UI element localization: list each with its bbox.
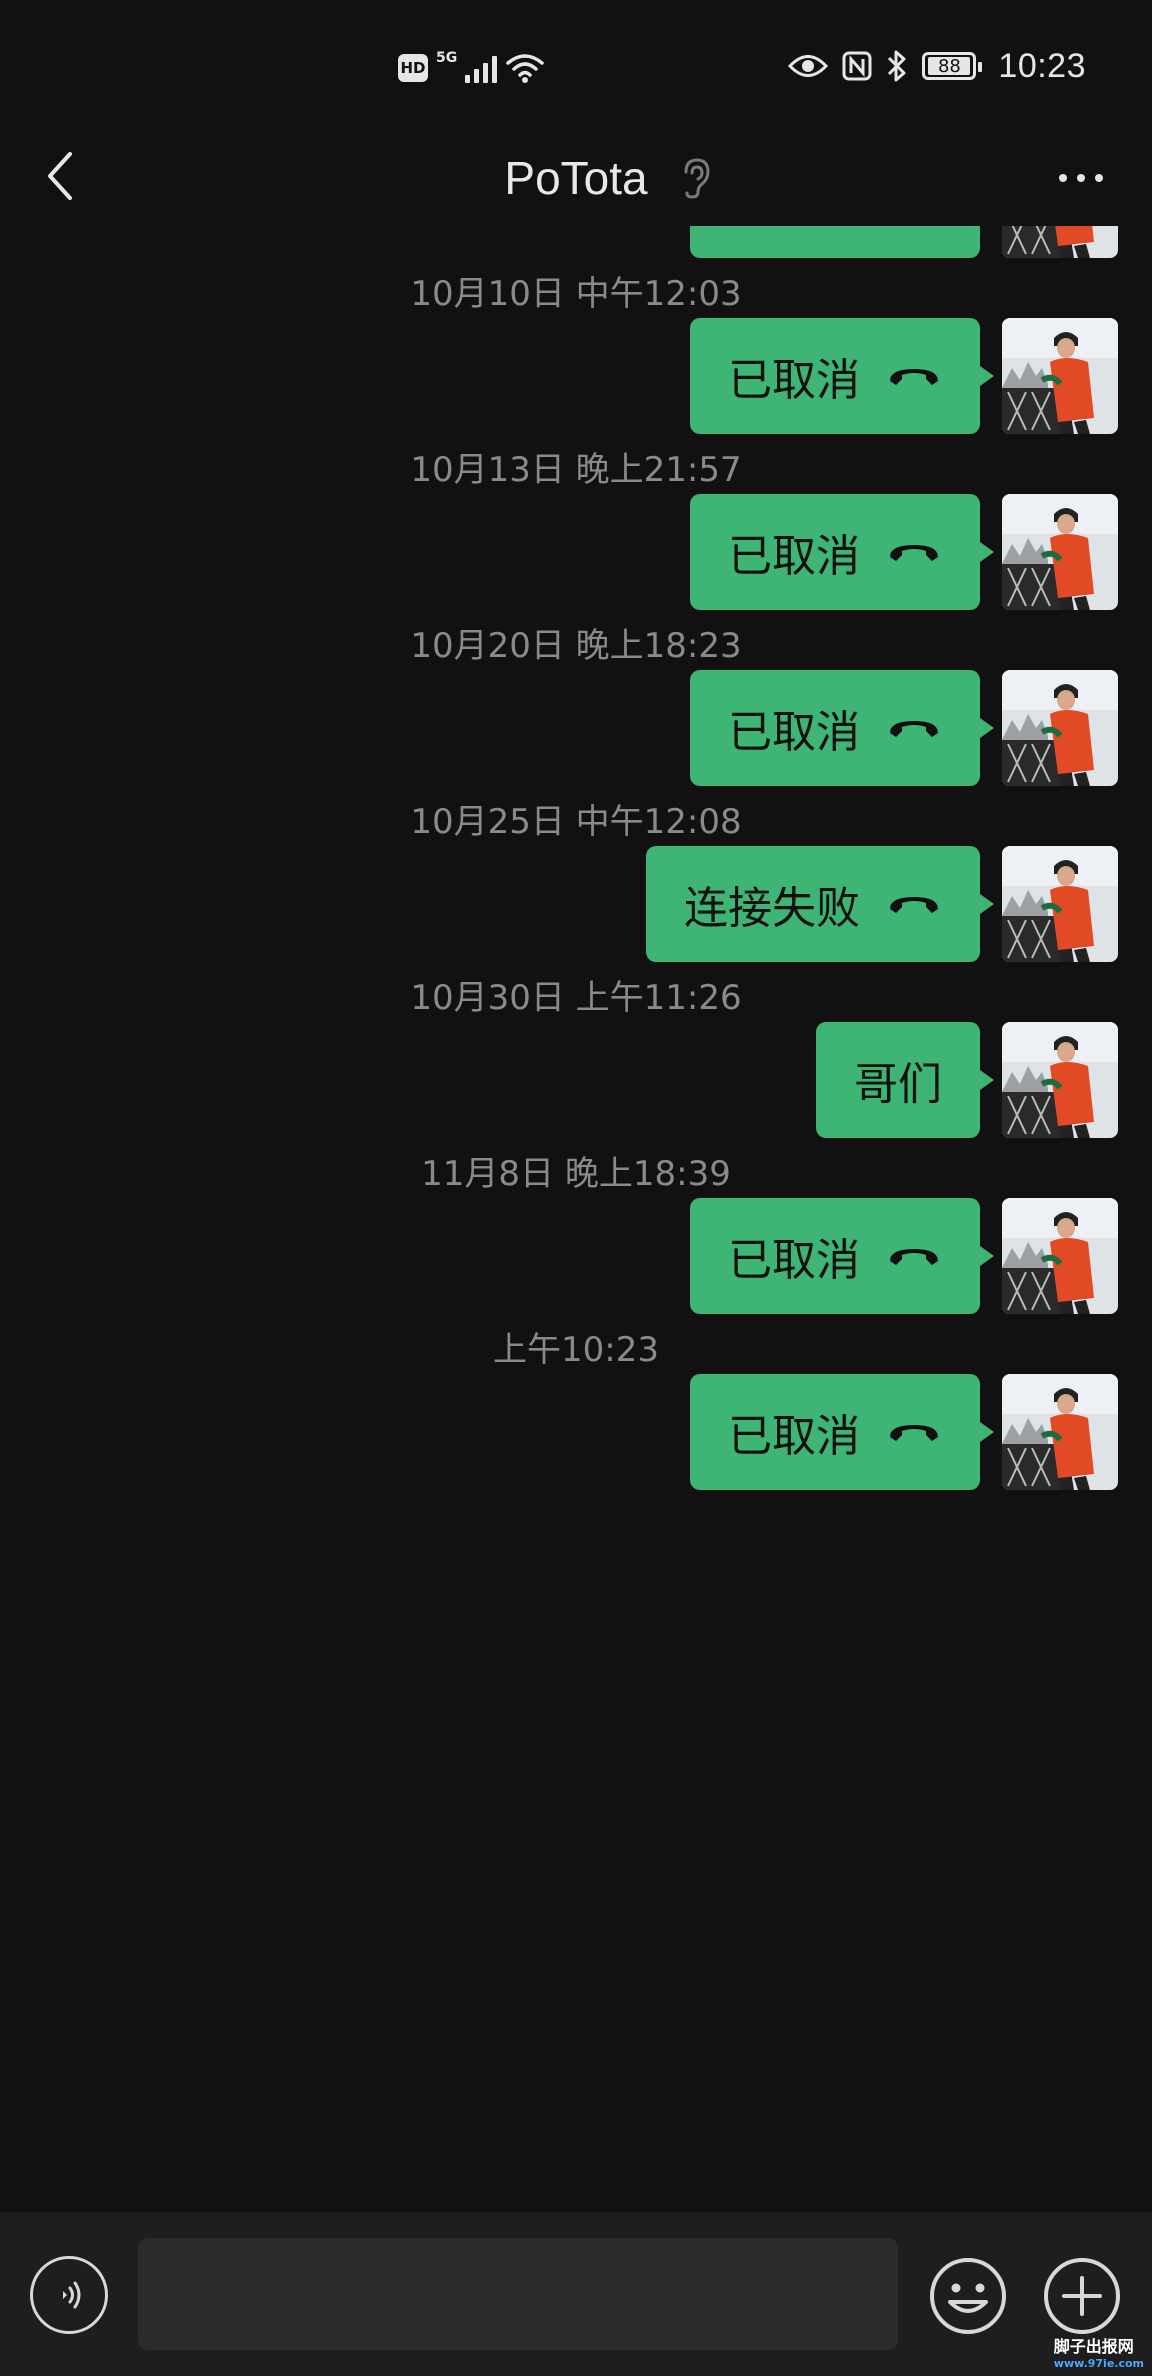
timestamp: 10月30日 上午11:26 [410,978,742,1018]
phone-hangup-icon [890,721,938,737]
bubble-text: 已取消 [728,1411,860,1462]
timestamp: 11月8日 晚上18:39 [421,1154,731,1194]
message-row: 已取消 [690,226,1118,258]
avatar[interactable] [1002,1374,1118,1490]
avatar[interactable] [1002,670,1118,786]
message-row: 哥们 [816,1022,1118,1138]
chat-title[interactable]: PoTota [504,151,647,205]
more-icon-dot [1095,174,1103,182]
avatar[interactable] [1002,1198,1118,1314]
wifi-icon [506,54,544,83]
avatar[interactable] [1002,1022,1118,1138]
call-bubble[interactable]: 已取消 [690,226,980,258]
message-row: 已取消 [690,1374,1118,1490]
ear-icon [684,158,710,199]
timestamp: 10月25日 中午12:08 [410,802,742,842]
message-input[interactable] [138,2238,898,2350]
phone-hangup-icon [890,545,938,561]
status-bar: HD 5G 88 10:23 [0,0,1152,130]
watermark-subtext: www.97ie.com [1053,2357,1144,2370]
more-icon-dot [1077,174,1085,182]
avatar[interactable] [1002,494,1118,610]
watermark: 脚子出报网 www.97ie.com [1054,2333,1144,2370]
bubble-text: 已取消 [728,355,860,406]
message-row: 连接失败 [646,846,1118,962]
avatar[interactable] [1002,846,1118,962]
voice-button[interactable] [30,2256,108,2334]
message-row: 已取消 [690,318,1118,434]
message-row: 已取消 [690,494,1118,610]
call-bubble[interactable]: 连接失败 [646,846,994,962]
message-row: 已取消 [690,670,1118,786]
message-row: 已取消 [690,1198,1118,1314]
more-icon-dot [1059,174,1067,182]
battery-icon: 88 [922,52,983,80]
phone-hangup-icon [890,1425,938,1441]
text-bubble[interactable]: 哥们 [816,1022,994,1138]
phone-hangup-icon [890,1249,938,1265]
emoji-icon[interactable] [928,2256,1008,2336]
call-bubble[interactable]: 已取消 [690,670,994,786]
call-bubble[interactable]: 已取消 [690,1374,994,1490]
signal-icon [465,53,498,83]
plus-icon[interactable] [1042,2256,1122,2336]
bubble-text: 已取消 [728,531,860,582]
input-bar: 脚子出报网 www.97ie.com [0,2212,1152,2376]
status-right: 88 10:23 [788,44,1086,88]
bubble-text: 已取消 [728,707,860,758]
bubble-text: 哥们 [854,1059,942,1110]
eye-icon [788,55,829,77]
timestamp: 10月10日 中午12:03 [410,274,742,314]
avatar[interactable] [1002,226,1118,258]
timestamp: 上午10:23 [493,1330,659,1370]
more-button[interactable] [1046,158,1116,198]
watermark-text: 脚子出报网 [1053,2337,1134,2356]
timestamp: 10月20日 晚上18:23 [410,626,742,666]
timestamp: 10月13日 晚上21:57 [410,450,742,490]
call-bubble[interactable]: 已取消 [690,1198,994,1314]
bubble-text: 已取消 [728,1235,860,1286]
chat-header: PoTota [0,130,1152,226]
message-list[interactable]: 已取消 10月10日 中午12:03 已取消 10月13日 晚上21:57 已取消 10月… [0,226,1152,2212]
bluetooth-icon [888,50,906,82]
call-bubble[interactable]: 已取消 [690,318,994,434]
avatar[interactable] [1002,318,1118,434]
call-bubble[interactable]: 已取消 [690,494,994,610]
phone-hangup-icon [890,897,938,913]
nfc-icon [842,51,872,81]
voice-icon [63,2281,81,2309]
bubble-text: 已取消 [728,226,860,232]
battery-level: 88 [928,56,971,77]
title-wrap: PoTota [0,148,1152,208]
network-type: 5G [436,50,458,66]
phone-hangup-icon [890,369,938,385]
bubble-text: 连接失败 [684,883,860,934]
status-left: HD 5G [398,48,545,88]
status-time: 10:23 [998,46,1086,85]
hd-icon: HD [398,54,428,82]
